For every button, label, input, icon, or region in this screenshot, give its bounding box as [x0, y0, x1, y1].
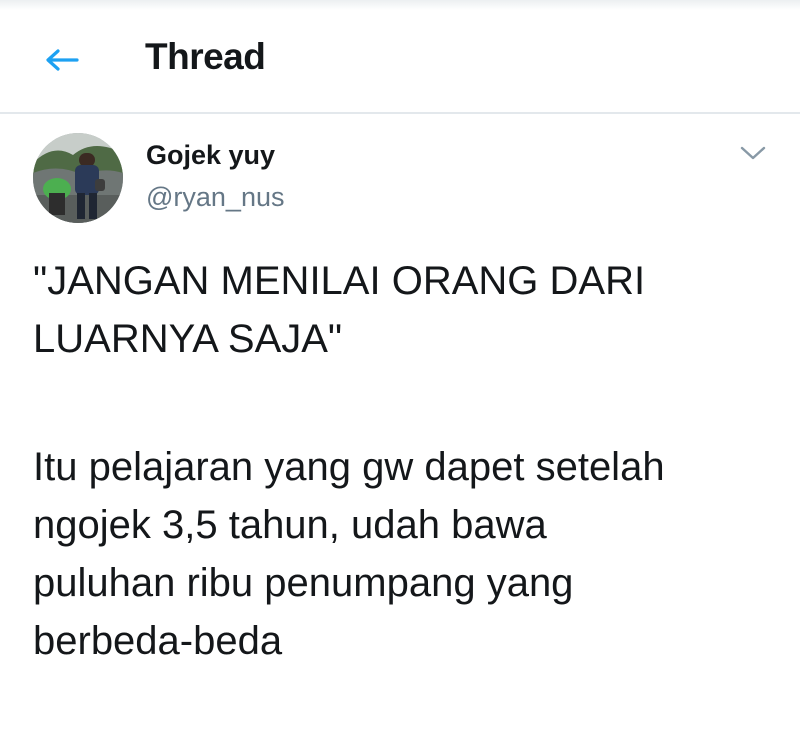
paragraph-gap-extra — [33, 426, 783, 438]
arrow-left-icon — [46, 49, 79, 71]
page-title: Thread — [145, 36, 266, 77]
thread-page: Thread Gojek yuy @ryan_nus "JANGAN MENIL… — [0, 0, 800, 729]
profile-photo — [33, 133, 123, 223]
avatar[interactable] — [33, 133, 123, 223]
tweet-line: ngojek 3,5 tahun, udah bawa — [33, 503, 547, 547]
tweet-line: "JANGAN MENILAI ORANG DARI — [33, 259, 646, 303]
tweet-line: puluhan ribu penumpang yang — [33, 561, 574, 605]
tweet-line: LUARNYA SAJA" — [33, 317, 343, 361]
author-display-name[interactable]: Gojek yuy — [146, 140, 275, 171]
chevron-down-icon — [740, 146, 766, 160]
status-bar-shadow — [0, 0, 800, 10]
thread-header: Thread — [0, 0, 800, 114]
author-handle[interactable]: @ryan_nus — [146, 182, 284, 213]
tweet-text: "JANGAN MENILAI ORANG DARI LUARNYA SAJA"… — [33, 252, 783, 670]
tweet-line: berbeda-beda — [33, 619, 283, 663]
tweet-options-button[interactable] — [735, 138, 771, 168]
back-button[interactable] — [38, 38, 86, 82]
tweet-line: Itu pelajaran yang gw dapet setelah — [33, 445, 665, 489]
